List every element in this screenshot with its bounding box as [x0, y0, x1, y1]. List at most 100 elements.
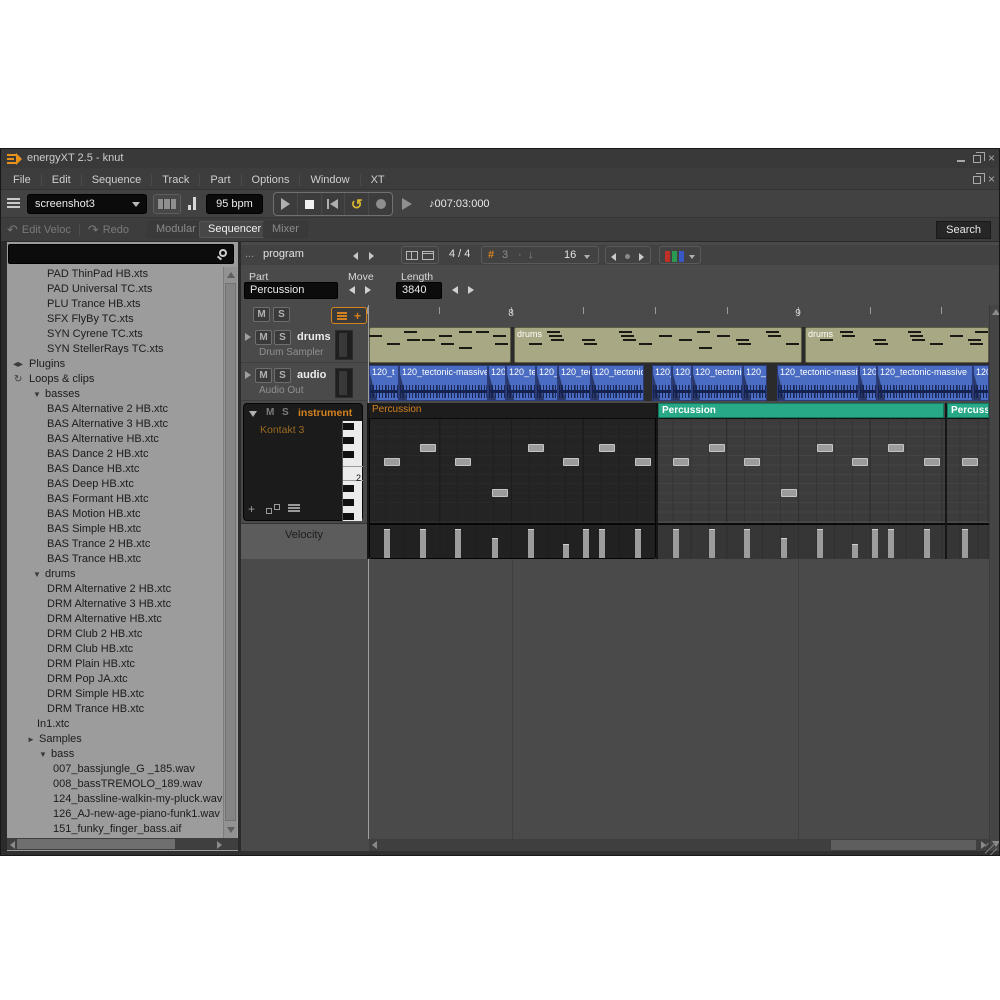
browser-item[interactable]: PAD Universal TC.xts — [7, 282, 223, 297]
locate-prev-icon[interactable] — [611, 253, 616, 261]
scroll-right-icon[interactable] — [217, 841, 222, 849]
browser-item[interactable]: DRM Plain HB.xtc — [7, 657, 223, 672]
browser-item[interactable]: DRM Alternative 3 HB.xtc — [7, 597, 223, 612]
menu-item-file[interactable]: File — [3, 174, 42, 186]
program-next-icon[interactable] — [369, 252, 374, 260]
track-name[interactable]: audio — [297, 369, 326, 381]
scroll-up-icon[interactable] — [227, 272, 235, 278]
bpm-display[interactable]: 95 bpm — [206, 194, 263, 214]
browser-item[interactable]: DRM Club HB.xtc — [7, 642, 223, 657]
browser-item[interactable]: In1.xtc — [7, 717, 223, 732]
browser-item[interactable]: BAS Trance HB.xtc — [7, 552, 223, 567]
audio-clip[interactable]: 120 — [973, 365, 989, 401]
record-button[interactable] — [369, 193, 392, 215]
tab-modular[interactable]: Modular — [147, 221, 205, 238]
midi-note[interactable] — [709, 444, 725, 452]
browser-item[interactable]: DRM Pop JA.xtc — [7, 672, 223, 687]
overflow-menu[interactable]: ... — [245, 248, 254, 260]
velocity-bar[interactable] — [962, 529, 968, 558]
velocity-bar[interactable] — [583, 529, 589, 558]
program-prev-icon[interactable] — [353, 252, 358, 260]
length-input[interactable]: 3840 — [396, 282, 442, 299]
add-icon[interactable]: + — [248, 502, 255, 516]
browser-vscroll-thumb[interactable] — [225, 283, 236, 821]
locate-dot-icon[interactable] — [625, 254, 630, 259]
snap-value[interactable]: 3 — [502, 249, 508, 261]
midi-note[interactable] — [455, 458, 471, 466]
midi-note[interactable] — [492, 489, 508, 497]
velocity-bar[interactable] — [781, 538, 787, 558]
split-view-icon[interactable] — [406, 251, 418, 260]
track-output[interactable]: Drum Sampler — [259, 347, 323, 358]
move-left-icon[interactable] — [349, 286, 355, 294]
velocity-bar[interactable] — [599, 529, 605, 558]
timeline-ruler[interactable]: 89 — [369, 305, 989, 326]
grid-resolution[interactable]: 16 — [564, 249, 576, 261]
stop-button[interactable] — [298, 193, 322, 215]
menu-item-part[interactable]: Part — [200, 174, 241, 186]
play-button[interactable] — [274, 193, 298, 215]
midi-note[interactable] — [888, 444, 904, 452]
undo-icon[interactable]: ↶ — [7, 222, 18, 238]
black-key[interactable] — [343, 437, 354, 444]
audio-clip[interactable]: 120_t — [652, 365, 672, 401]
midi-note[interactable] — [635, 458, 651, 466]
snap-icon[interactable]: # — [488, 249, 494, 261]
part-header[interactable]: Percussion — [658, 403, 944, 418]
velocity-bar[interactable] — [872, 529, 878, 558]
mute-button[interactable]: M — [266, 407, 274, 418]
midi-clip-drums[interactable]: drums — [805, 327, 989, 363]
browser-item[interactable]: DRM Simple HB.xtc — [7, 687, 223, 702]
browser-item[interactable]: ↻Loops & clips — [7, 372, 223, 387]
solo-button[interactable]: S — [274, 368, 291, 383]
velocity-bar[interactable] — [420, 529, 426, 558]
part-header-selected[interactable]: Percussion — [369, 403, 656, 418]
midi-note[interactable] — [599, 444, 615, 452]
color-dropdown-icon[interactable] — [689, 255, 695, 259]
audio-clip[interactable]: 120_tectonic-massive — [399, 365, 488, 401]
scroll-left-icon[interactable] — [10, 841, 15, 849]
expand-icon[interactable] — [245, 333, 251, 341]
browser-item[interactable]: ▼basses — [7, 387, 223, 402]
browser-item[interactable]: 008_bassTREMOLO_189.wav — [7, 777, 223, 792]
link-icon[interactable] — [266, 504, 282, 514]
play-from-cursor-icon[interactable] — [402, 198, 412, 210]
search-button[interactable]: Search — [936, 221, 991, 239]
browser-item[interactable]: PLU Trance HB.xts — [7, 297, 223, 312]
mute-button[interactable]: M — [255, 368, 272, 383]
doc-restore-button[interactable] — [973, 176, 981, 184]
arrange-horizontal-scrollbar[interactable] — [369, 839, 989, 851]
resize-grip[interactable] — [985, 843, 997, 855]
browser-vertical-scrollbar[interactable] — [223, 267, 237, 838]
midi-note[interactable] — [781, 489, 797, 497]
doc-close-button[interactable]: × — [988, 173, 995, 185]
black-key[interactable] — [343, 423, 354, 430]
midi-note[interactable] — [528, 444, 544, 452]
browser-item[interactable]: ▼drums — [7, 567, 223, 582]
browser-item[interactable]: ►Samples — [7, 732, 223, 747]
snap-arrow-icon[interactable]: ↓ — [528, 249, 534, 261]
chevron-right-icon[interactable]: ► — [27, 732, 35, 747]
redo-label[interactable]: Redo — [103, 224, 129, 236]
level-meter-icon[interactable] — [188, 196, 196, 210]
audio-clip[interactable]: 120_tectonic — [591, 365, 644, 401]
close-button[interactable]: × — [988, 152, 995, 164]
browser-item[interactable]: BAS Deep HB.xtc — [7, 477, 223, 492]
browser-item[interactable]: BAS Alternative 2 HB.xtc — [7, 402, 223, 417]
midi-note[interactable] — [924, 458, 940, 466]
selected-part-region[interactable] — [369, 403, 656, 559]
tab-sequencer[interactable]: Sequencer — [199, 221, 270, 238]
mute-button[interactable]: M — [255, 330, 272, 345]
browser-item[interactable]: BAS Alternative HB.xtc — [7, 432, 223, 447]
browser-item[interactable]: BAS Dance 2 HB.xtc — [7, 447, 223, 462]
solo-button[interactable]: S — [282, 407, 289, 418]
time-signature[interactable]: 4 / 4 — [449, 248, 470, 260]
velocity-bar[interactable] — [852, 544, 858, 558]
velocity-bar[interactable] — [528, 529, 534, 558]
browser-item[interactable]: BAS Simple HB.xtc — [7, 522, 223, 537]
midi-note[interactable] — [817, 444, 833, 452]
browser-item[interactable]: SYN Cyrene TC.xts — [7, 327, 223, 342]
browser-item[interactable]: DRM Trance HB.xtc — [7, 702, 223, 717]
menu-item-xt[interactable]: XT — [361, 174, 395, 186]
track-output[interactable]: Audio Out — [259, 385, 303, 396]
